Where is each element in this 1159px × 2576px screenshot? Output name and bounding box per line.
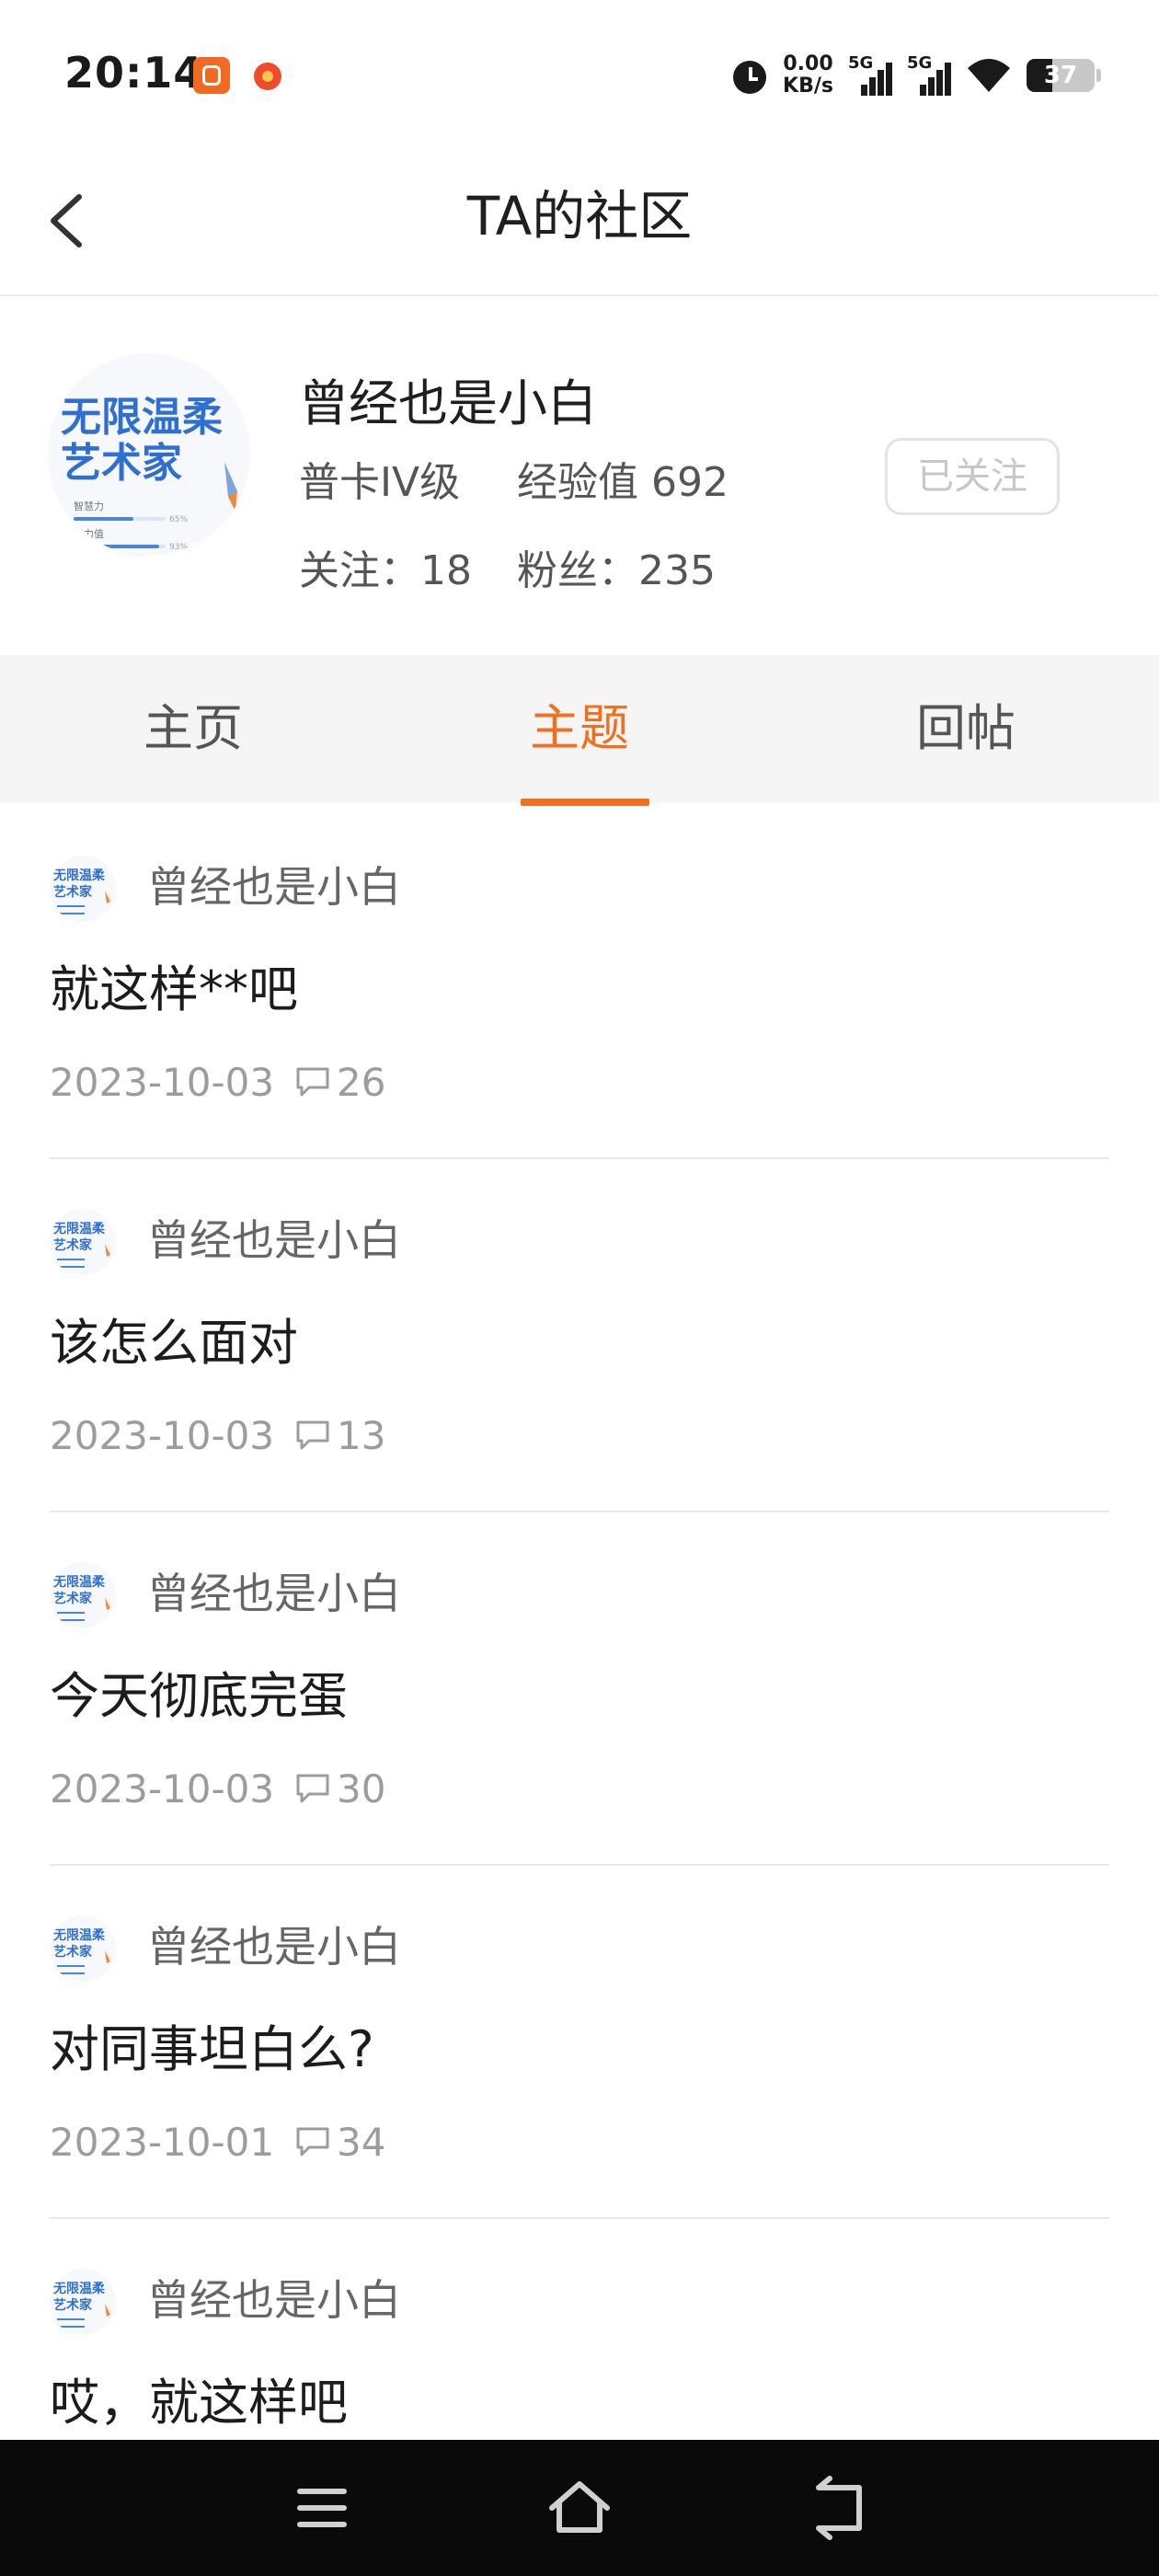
sim1-label: 5G bbox=[848, 53, 874, 73]
comment-icon bbox=[296, 2127, 329, 2156]
experience-value: 经验值 692 bbox=[517, 459, 729, 506]
svg-text:无限温柔: 无限温柔 bbox=[52, 1575, 106, 1590]
post-title[interactable]: 哎，就这样吧 bbox=[50, 2370, 348, 2436]
author-avatar[interactable]: 无限温柔 艺术家 bbox=[50, 1209, 116, 1275]
comment-icon bbox=[296, 1420, 329, 1450]
author-avatar[interactable]: 无限温柔 艺术家 bbox=[50, 856, 116, 922]
page-title: TA的社区 bbox=[466, 185, 693, 247]
post-author[interactable]: 曾经也是小白 bbox=[147, 1564, 401, 1623]
status-time: 20:14 bbox=[64, 48, 204, 98]
author-avatar[interactable]: 无限温柔 艺术家 bbox=[50, 2269, 116, 2335]
post-author[interactable]: 曾经也是小白 bbox=[147, 857, 401, 916]
avatar-line2: 艺术家 bbox=[61, 440, 182, 487]
comment-icon bbox=[296, 1774, 329, 1803]
post-date: 2023-10-01 bbox=[50, 2120, 275, 2165]
post-item[interactable]: 无限温柔 艺术家 曾经也是小白 哎，就这样吧 bbox=[50, 2219, 1109, 2440]
system-navigation-bar bbox=[0, 2440, 1159, 2576]
post-date: 2023-10-03 bbox=[50, 1413, 275, 1458]
comment-icon bbox=[296, 1067, 329, 1097]
comment-count: 26 bbox=[337, 1060, 386, 1105]
svg-text:艺术家: 艺术家 bbox=[53, 884, 93, 900]
alarm-icon bbox=[731, 57, 768, 94]
svg-text:艺术家: 艺术家 bbox=[53, 1944, 93, 1960]
author-avatar-image: 无限温柔艺术家 bbox=[50, 1915, 116, 1982]
avatar-stat2-label: 魅力值 bbox=[74, 527, 104, 540]
username: 曾经也是小白 bbox=[299, 374, 597, 432]
comment-count: 30 bbox=[337, 1766, 386, 1811]
status-bar: 20:14 0.00 KB/s 5G 5G 37 bbox=[0, 0, 1159, 147]
app-notification-icon-2 bbox=[254, 63, 281, 90]
svg-text:艺术家: 艺术家 bbox=[53, 2297, 93, 2313]
svg-text:艺术家: 艺术家 bbox=[53, 1591, 93, 1606]
follow-button[interactable]: 已关注 bbox=[885, 438, 1060, 515]
avatar-stat1-label: 智慧力 bbox=[74, 500, 104, 512]
comment-count: 13 bbox=[337, 1413, 386, 1458]
tab-home[interactable]: 主页 bbox=[0, 655, 386, 802]
post-item[interactable]: 无限温柔 艺术家 曾经也是小白 对同事坦白么? 2023-10-01 34 bbox=[50, 1866, 1109, 2219]
network-speed-unit: KB/s bbox=[783, 75, 833, 98]
status-icons: 0.00 KB/s 5G 5G 37 bbox=[731, 52, 1101, 99]
back-icon[interactable] bbox=[782, 2440, 892, 2576]
avatar-stat1-value: 65% bbox=[169, 515, 188, 524]
signal-icon-2: 5G bbox=[907, 53, 951, 98]
svg-text:无限温柔: 无限温柔 bbox=[52, 868, 106, 883]
svg-text:无限温柔: 无限温柔 bbox=[52, 1928, 106, 1943]
author-avatar-image: 无限温柔艺术家 bbox=[50, 2269, 116, 2335]
post-item[interactable]: 无限温柔 艺术家 曾经也是小白 就这样**吧 2023-10-03 26 bbox=[50, 806, 1109, 1159]
signal-icon: 5G bbox=[848, 53, 892, 98]
active-tab-indicator bbox=[521, 799, 649, 806]
chevron-left-icon[interactable] bbox=[37, 184, 101, 258]
svg-text:无限温柔: 无限温柔 bbox=[52, 2282, 106, 2296]
post-list: 无限温柔 艺术家 曾经也是小白 就这样**吧 2023-10-03 26 无限温柔… bbox=[0, 806, 1159, 2440]
avatar[interactable]: 无限温柔 艺术家 智慧力 65% 魅力值 93% bbox=[48, 353, 250, 556]
post-item[interactable]: 无限温柔 艺术家 曾经也是小白 今天彻底完蛋 2023-10-03 30 bbox=[50, 1512, 1109, 1866]
network-speed-value: 0.00 bbox=[783, 52, 833, 75]
battery-level: 37 bbox=[1043, 62, 1078, 89]
nav-bar: TA的社区 bbox=[0, 147, 1159, 296]
post-date: 2023-10-03 bbox=[50, 1766, 275, 1811]
author-avatar-image: 无限温柔艺术家 bbox=[50, 856, 116, 922]
post-title[interactable]: 对同事坦白么? bbox=[50, 2017, 374, 2083]
following-count[interactable]: 关注：18 bbox=[299, 537, 472, 596]
author-avatar[interactable]: 无限温柔 艺术家 bbox=[50, 1562, 116, 1628]
network-speed: 0.00 KB/s bbox=[783, 53, 833, 98]
post-title[interactable]: 该怎么面对 bbox=[50, 1310, 298, 1376]
post-author[interactable]: 曾经也是小白 bbox=[147, 2271, 401, 2329]
author-avatar-image: 无限温柔艺术家 bbox=[50, 1209, 116, 1275]
post-author[interactable]: 曾经也是小白 bbox=[147, 1917, 401, 1976]
member-level: 普卡IV级 bbox=[299, 459, 461, 506]
avatar-image: 无限温柔 艺术家 智慧力 65% 魅力值 93% bbox=[48, 353, 250, 556]
app-notification-icon bbox=[193, 57, 230, 94]
post-author[interactable]: 曾经也是小白 bbox=[147, 1211, 401, 1270]
post-title[interactable]: 就这样**吧 bbox=[50, 957, 298, 1023]
fans-count[interactable]: 粉丝：235 bbox=[517, 537, 716, 596]
comment-count: 34 bbox=[337, 2120, 386, 2165]
profile-header: 无限温柔 艺术家 智慧力 65% 魅力值 93% 曾经也是小白 普卡IV级 经验… bbox=[0, 296, 1159, 655]
avatar-line1: 无限温柔 bbox=[61, 394, 223, 441]
post-date: 2023-10-03 bbox=[50, 1060, 275, 1105]
menu-icon[interactable] bbox=[267, 2440, 377, 2576]
svg-text:艺术家: 艺术家 bbox=[53, 1237, 93, 1253]
home-icon[interactable] bbox=[524, 2440, 635, 2576]
tab-bar: 主页 主题 回帖 bbox=[0, 655, 1159, 802]
tab-replies[interactable]: 回帖 bbox=[773, 655, 1159, 802]
author-avatar[interactable]: 无限温柔 艺术家 bbox=[50, 1915, 116, 1982]
battery-icon: 37 bbox=[1027, 59, 1101, 92]
wifi-icon bbox=[968, 59, 1010, 92]
sim2-label: 5G bbox=[907, 53, 933, 73]
svg-text:无限温柔: 无限温柔 bbox=[52, 1222, 106, 1236]
avatar-stat2-value: 93% bbox=[169, 543, 188, 552]
post-title[interactable]: 今天彻底完蛋 bbox=[50, 1663, 348, 1730]
post-item[interactable]: 无限温柔 艺术家 曾经也是小白 该怎么面对 2023-10-03 13 bbox=[50, 1159, 1109, 1512]
tab-topics[interactable]: 主题 bbox=[386, 655, 773, 802]
author-avatar-image: 无限温柔艺术家 bbox=[50, 1562, 116, 1628]
